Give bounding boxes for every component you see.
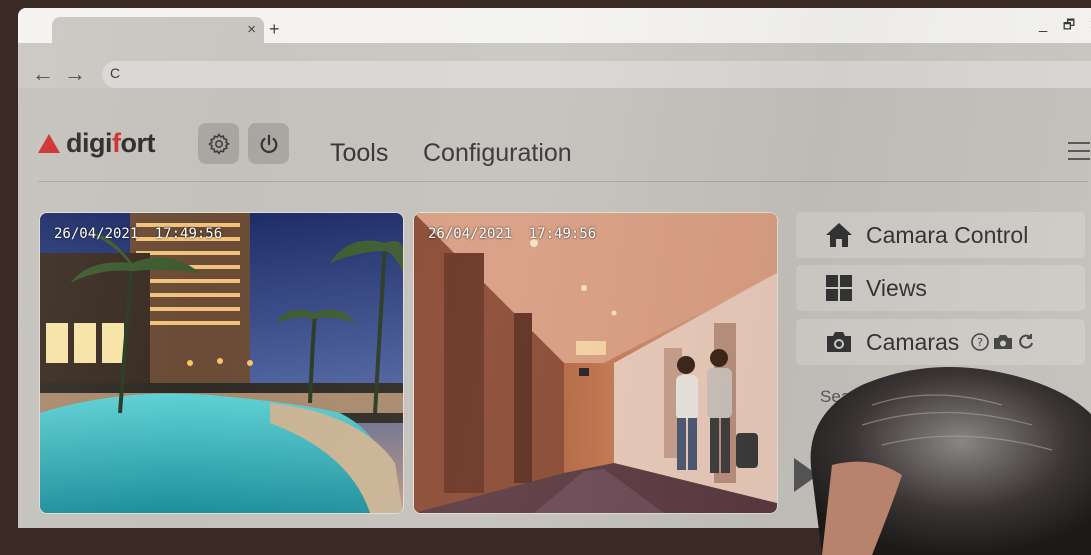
camera-timestamp: 26/04/2021 17:49:56 bbox=[428, 226, 597, 242]
grid-icon bbox=[822, 273, 856, 303]
tab-close-icon[interactable]: × bbox=[247, 21, 256, 39]
forward-arrow-icon[interactable]: → bbox=[64, 63, 86, 85]
svg-text:?: ? bbox=[977, 336, 983, 349]
window-controls: _ 🗗 ✕ bbox=[1036, 16, 1091, 38]
camara-control-label: Camara Control bbox=[866, 221, 1029, 248]
camara-control-button[interactable]: Camara Control bbox=[796, 212, 1085, 258]
menu-configuration[interactable]: Configuration bbox=[423, 139, 572, 168]
power-button[interactable] bbox=[248, 123, 289, 164]
camera-timestamp: 26/04/2021 17:49:56 bbox=[54, 226, 223, 242]
header-divider bbox=[38, 181, 1088, 182]
new-tab-icon[interactable]: + bbox=[269, 19, 280, 39]
app-header: digifort Tools Configuration bbox=[18, 88, 1091, 182]
camaras-label: Camaras bbox=[866, 328, 960, 355]
settings-button[interactable] bbox=[198, 123, 239, 164]
gear-icon bbox=[207, 132, 230, 155]
views-button[interactable]: Views bbox=[796, 265, 1085, 311]
back-arrow-icon[interactable]: ← bbox=[32, 63, 54, 85]
restore-icon[interactable]: 🗗 bbox=[1062, 16, 1076, 38]
reload-icon[interactable]: C bbox=[110, 65, 120, 81]
camera-feed-corridor bbox=[414, 213, 777, 513]
address-bar[interactable]: C bbox=[102, 61, 1091, 88]
views-label: Views bbox=[866, 274, 927, 301]
camaras-actions: ? bbox=[971, 333, 1035, 351]
power-icon bbox=[260, 134, 277, 153]
browser-tab[interactable]: × bbox=[52, 17, 264, 43]
camera-feed-pool bbox=[40, 213, 403, 513]
help-icon[interactable]: ? bbox=[971, 333, 990, 351]
foreground-person-photo bbox=[810, 367, 1091, 555]
snapshot-camera-icon[interactable] bbox=[993, 334, 1013, 350]
digifort-logo[interactable]: digifort bbox=[38, 128, 155, 159]
camera-tile-pool[interactable]: 26/04/2021 17:49:56 bbox=[39, 212, 404, 514]
camera-icon bbox=[822, 327, 856, 357]
menu-tools[interactable]: Tools bbox=[330, 139, 388, 168]
camera-tile-corridor[interactable]: 26/04/2021 17:49:56 bbox=[413, 212, 778, 514]
navigation-bar: ← → C bbox=[18, 43, 1091, 88]
hamburger-icon[interactable] bbox=[1068, 142, 1090, 160]
logo-text: digifort bbox=[66, 128, 155, 158]
title-bar: × + _ 🗗 ✕ bbox=[18, 8, 1091, 43]
logo-triangle-icon bbox=[38, 134, 60, 153]
refresh-icon[interactable] bbox=[1017, 333, 1035, 351]
home-icon bbox=[822, 220, 856, 250]
minimize-icon[interactable]: _ bbox=[1036, 16, 1050, 38]
